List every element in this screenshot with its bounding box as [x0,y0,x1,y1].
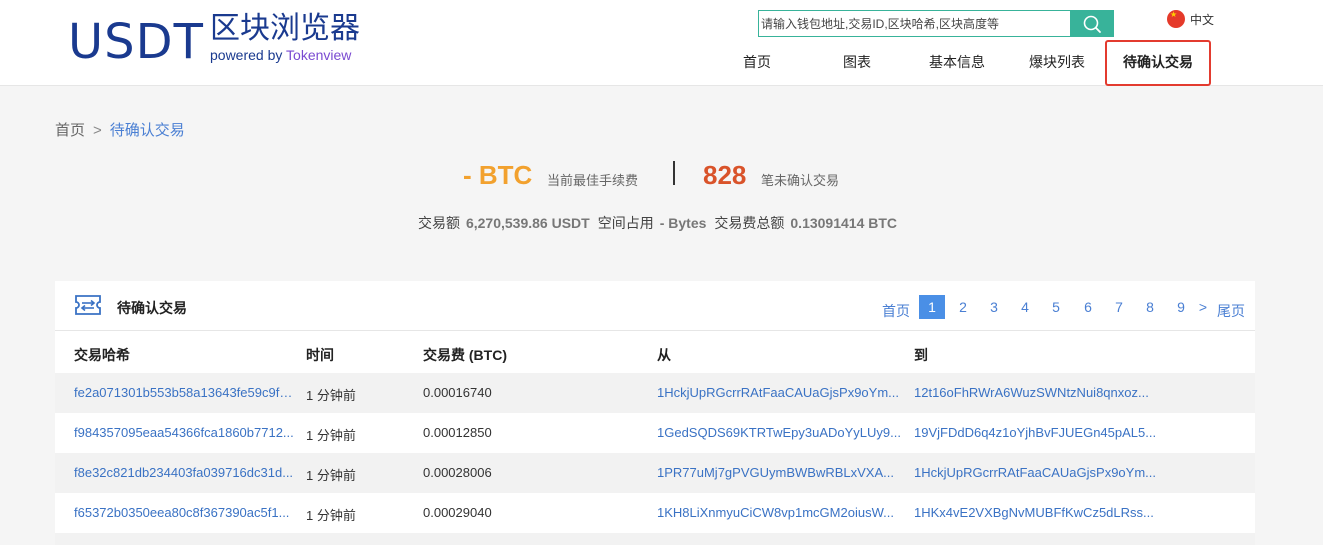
pager-page-6[interactable]: 6 [1078,295,1098,319]
col-fee-header: 交易费 (BTC) [423,347,507,363]
fee-total-value: 0.13091414 BTC [790,215,898,231]
card-header: 待确认交易 首页 1 2 3 4 5 6 7 8 9 > 尾页 [55,281,1255,331]
card-title: 待确认交易 [117,300,187,316]
tx-time: 1 分钟前 [306,428,356,443]
pager-next[interactable]: > [1195,295,1211,319]
china-flag-icon [1167,10,1185,28]
search-button[interactable] [1070,11,1113,36]
nav-item-basic-info[interactable]: 基本信息 [916,40,998,84]
table-row: f8e32c821db234403fa039716dc31d... 1 分钟前 … [55,453,1255,493]
space-value: - Bytes [659,215,707,231]
col-from-header: 从 [657,347,671,363]
pager-page-9[interactable]: 9 [1171,295,1191,319]
summary-line: 交易额 6,270,539.86 USDT 空间占用 - Bytes 交易费总额 0.13… [0,213,1323,233]
search-box [758,10,1114,37]
table-row: f65372b0350eea80c8f367390ac5f1... 1 分钟前 … [55,493,1255,533]
nav-item-pending-tx[interactable]: 待确认交易 [1105,40,1211,86]
breadcrumb-separator: > [93,122,102,139]
pager-page-3[interactable]: 3 [984,295,1004,319]
tx-to-link[interactable]: 19VjFDdD6q4z1oYjhBvFJUEGn45pAL5... [914,425,1159,440]
tx-fee: 0.00028006 [423,465,492,480]
nav-item-home[interactable]: 首页 [722,40,792,84]
col-hash-header: 交易哈希 [74,347,130,363]
nav-item-blocks[interactable]: 爆块列表 [1016,40,1098,84]
language-label: 中文 [1190,12,1215,27]
breadcrumb-home[interactable]: 首页 [55,122,85,139]
search-input[interactable] [759,11,1071,36]
unconfirmed-count-label: 笔未确认交易 [761,173,840,188]
table-row: fe2a071301b553b58a13643fe59c9fc... 1 分钟前… [55,373,1255,413]
space-label: 空间占用 [597,215,654,231]
tx-from-link[interactable]: 1PR77uMj7gPVGUymBWBwRBLxVXA... [657,465,902,480]
tx-to-link[interactable]: 1HckjUpRGcrrRAtFaaCAUaGjsPx9oYm... [914,465,1159,480]
stats-bar: - BTC 当前最佳手续费 828 笔未确认交易 [0,157,1323,197]
tx-time: 1 分钟前 [306,388,356,403]
amount-value: 6,270,539.86 USDT [465,215,590,231]
pager-page-7[interactable]: 7 [1109,295,1129,319]
tx-hash-link[interactable]: f984357095eaa54366fca1860b7712... [74,425,296,440]
breadcrumb-current: 待确认交易 [109,122,185,139]
site-header: USDT 区块浏览器 powered by Tokenview 中文 首页 图表… [0,0,1323,86]
logo-powered-label: powered by [210,47,283,63]
pager-page-5[interactable]: 5 [1046,295,1066,319]
table-header: 交易哈希 时间 交易费 (BTC) 从 到 [55,332,1255,374]
tx-from-link[interactable]: 1GedSQDS69KTRTwEpy3uADoYyLUy9... [657,425,902,440]
tx-fee: 0.00012850 [423,425,492,440]
pager-page-4[interactable]: 4 [1015,295,1035,319]
search-icon [1083,15,1101,33]
tx-to-link[interactable]: 1HKx4vE2VXBgNvMUBFfKwCz5dLRss... [914,505,1159,520]
fee-total-label: 交易费总额 [714,215,785,231]
best-fee-value: - BTC [463,160,533,190]
language-switch[interactable]: 中文 [1167,10,1214,28]
stats-divider [673,161,675,185]
tx-hash-link[interactable]: f8e32c821db234403fa039716dc31d... [74,465,296,480]
pager-page-8[interactable]: 8 [1140,295,1160,319]
logo-brand: Tokenview [286,47,352,63]
table-row-partial [55,533,1255,545]
col-to-header: 到 [914,347,928,363]
amount-label: 交易额 [417,215,460,231]
pager-last[interactable]: 尾页 [1214,299,1248,323]
logo-cn-text: 区块浏览器 [210,11,360,46]
tx-from-link[interactable]: 1KH8LiXnmyuCiCW8vp1mcGM2oiusW... [657,505,902,520]
pager-page-2[interactable]: 2 [953,295,973,319]
tx-time: 1 分钟前 [306,508,356,523]
tx-fee: 0.00016740 [423,385,492,400]
tx-fee: 0.00029040 [423,505,492,520]
tx-hash-link[interactable]: f65372b0350eea80c8f367390ac5f1... [74,505,296,520]
tx-from-link[interactable]: 1HckjUpRGcrrRAtFaaCAUaGjsPx9oYm... [657,385,902,400]
breadcrumb: 首页 > 待确认交易 [55,119,185,140]
unconfirmed-count-value: 828 [703,160,747,190]
nav-item-charts[interactable]: 图表 [822,40,892,84]
transfer-ticket-icon [75,295,101,315]
best-fee-label: 当前最佳手续费 [547,173,639,188]
pager-page-1[interactable]: 1 [919,295,945,319]
tx-to-link[interactable]: 12t16oFhRWrA6WuzSWNtzNui8qnxoz... [914,385,1159,400]
col-time-header: 时间 [306,347,334,363]
pager-first[interactable]: 首页 [879,299,913,323]
tx-hash-link[interactable]: fe2a071301b553b58a13643fe59c9fc... [74,385,296,400]
logo-powered-by: powered by Tokenview [210,47,351,63]
table-row: f984357095eaa54366fca1860b7712... 1 分钟前 … [55,413,1255,453]
tx-time: 1 分钟前 [306,468,356,483]
logo-main-text: USDT [68,14,204,70]
pending-tx-card: 待确认交易 首页 1 2 3 4 5 6 7 8 9 > 尾页 交易哈希 时间 … [55,281,1255,545]
